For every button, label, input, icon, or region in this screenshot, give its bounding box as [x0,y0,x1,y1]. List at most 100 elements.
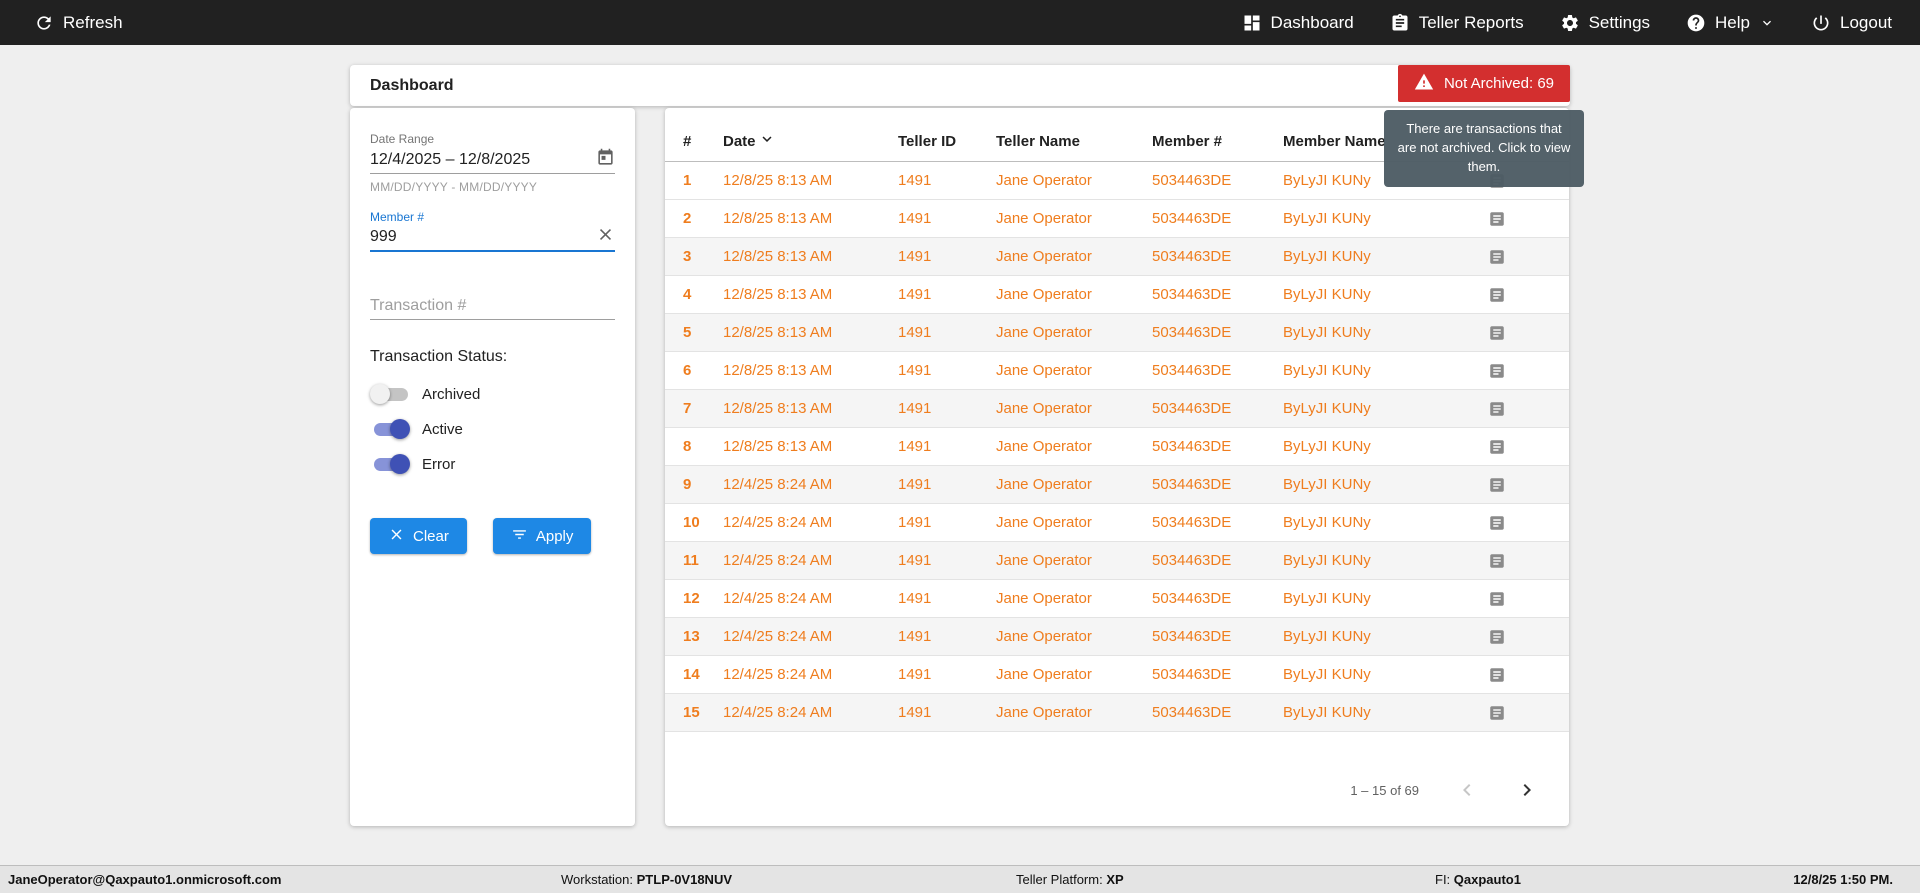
toggle-label: Active [422,421,463,438]
col-member-number: Member # [1152,133,1283,150]
date-range-input[interactable] [370,151,596,169]
row-member-number: 5034463DE [1152,552,1283,569]
note-icon[interactable] [1488,704,1551,722]
row-date: 12/4/25 8:24 AM [723,628,898,645]
date-sort-button[interactable]: Date [723,130,898,152]
page-title: Dashboard [370,77,454,95]
not-archived-tooltip: There are transactions that are not arch… [1384,110,1584,187]
nav-help-label: Help [1715,13,1750,33]
table-row[interactable]: 5 12/8/25 8:13 AM 1491 Jane Operator 503… [665,314,1569,352]
clear-button[interactable]: Clear [370,518,467,554]
apply-button[interactable]: Apply [493,518,592,554]
note-icon[interactable] [1488,590,1551,608]
note-icon[interactable] [1488,514,1551,532]
row-teller-name: Jane Operator [996,438,1152,455]
nav-teller-reports[interactable]: Teller Reports [1390,13,1524,33]
row-number: 12 [683,590,723,607]
nav-logout[interactable]: Logout [1811,13,1892,33]
nav-teller-reports-label: Teller Reports [1419,13,1524,33]
nav-help[interactable]: Help [1686,13,1775,33]
row-date: 12/4/25 8:24 AM [723,514,898,531]
filter-icon [511,526,528,547]
table-row[interactable]: 2 12/8/25 8:13 AM 1491 Jane Operator 503… [665,200,1569,238]
not-archived-badge[interactable]: Not Archived: 69 [1398,65,1570,102]
table-row[interactable]: 10 12/4/25 8:24 AM 1491 Jane Operator 50… [665,504,1569,542]
table-row[interactable]: 7 12/8/25 8:13 AM 1491 Jane Operator 503… [665,390,1569,428]
status-toggle[interactable]: Error [370,452,615,476]
refresh-button[interactable]: Refresh [34,13,123,33]
transaction-input[interactable] [370,297,615,315]
row-date: 12/8/25 8:13 AM [723,210,898,227]
table-row[interactable]: 13 12/4/25 8:24 AM 1491 Jane Operator 50… [665,618,1569,656]
clear-member-icon[interactable] [596,225,615,249]
clear-x-icon [388,526,405,547]
row-member-number: 5034463DE [1152,248,1283,265]
filter-actions: Clear Apply [370,518,615,554]
status-toggle[interactable]: Archived [370,382,615,406]
member-label: Member # [370,210,615,224]
nav-settings-label: Settings [1589,13,1650,33]
row-teller-id: 1491 [898,362,996,379]
note-icon[interactable] [1488,210,1551,228]
row-member-name: ByLyJI KUNy [1283,666,1488,683]
status-toggle[interactable]: Active [370,417,615,441]
row-member-number: 5034463DE [1152,438,1283,455]
note-icon[interactable] [1488,286,1551,304]
row-teller-name: Jane Operator [996,362,1152,379]
row-teller-name: Jane Operator [996,172,1152,189]
table-row[interactable]: 11 12/4/25 8:24 AM 1491 Jane Operator 50… [665,542,1569,580]
row-teller-id: 1491 [898,552,996,569]
transaction-number-field [370,292,615,320]
toggle-switch-icon [370,417,412,441]
note-icon[interactable] [1488,438,1551,456]
row-member-name: ByLyJI KUNy [1283,438,1488,455]
table-row[interactable]: 15 12/4/25 8:24 AM 1491 Jane Operator 50… [665,694,1569,732]
calendar-icon[interactable] [596,148,615,172]
row-date: 12/4/25 8:24 AM [723,590,898,607]
row-date: 12/8/25 8:13 AM [723,286,898,303]
row-member-number: 5034463DE [1152,704,1283,721]
table-row[interactable]: 4 12/8/25 8:13 AM 1491 Jane Operator 503… [665,276,1569,314]
table-row[interactable]: 3 12/8/25 8:13 AM 1491 Jane Operator 503… [665,238,1569,276]
note-icon[interactable] [1488,324,1551,342]
row-date: 12/8/25 8:13 AM [723,400,898,417]
dashboard-icon [1242,13,1262,33]
row-number: 5 [683,324,723,341]
row-member-name: ByLyJI KUNy [1283,590,1488,607]
member-input[interactable] [370,228,596,246]
nav-logout-label: Logout [1840,13,1892,33]
next-page-button[interactable] [1515,778,1539,802]
table-row[interactable]: 14 12/4/25 8:24 AM 1491 Jane Operator 50… [665,656,1569,694]
note-icon[interactable] [1488,362,1551,380]
row-member-name: ByLyJI KUNy [1283,400,1488,417]
row-member-number: 5034463DE [1152,476,1283,493]
workstation-info: Workstation: PTLP-0V18NUV [561,866,732,893]
row-date: 12/8/25 8:13 AM [723,324,898,341]
row-teller-id: 1491 [898,286,996,303]
previous-page-button[interactable] [1455,778,1479,802]
table-row[interactable]: 6 12/8/25 8:13 AM 1491 Jane Operator 503… [665,352,1569,390]
table-row[interactable]: 8 12/8/25 8:13 AM 1491 Jane Operator 503… [665,428,1569,466]
note-icon[interactable] [1488,248,1551,266]
table-row[interactable]: 9 12/4/25 8:24 AM 1491 Jane Operator 503… [665,466,1569,504]
note-icon[interactable] [1488,476,1551,494]
note-icon[interactable] [1488,666,1551,684]
refresh-label: Refresh [63,13,123,33]
row-member-number: 5034463DE [1152,514,1283,531]
nav-dashboard[interactable]: Dashboard [1242,13,1354,33]
note-icon[interactable] [1488,400,1551,418]
workstation-label: Workstation: [561,872,633,887]
member-number-field: Member # [370,210,615,252]
table-row[interactable]: 12 12/4/25 8:24 AM 1491 Jane Operator 50… [665,580,1569,618]
row-number: 14 [683,666,723,683]
col-teller-name: Teller Name [996,133,1152,150]
teller-platform-info: Teller Platform: XP [1016,866,1124,893]
transactions-table-card: # Date Teller ID Teller Name Member # Me… [665,108,1569,826]
row-teller-id: 1491 [898,628,996,645]
note-icon[interactable] [1488,628,1551,646]
note-icon[interactable] [1488,552,1551,570]
top-nav: Dashboard Teller Reports Settings Help [1242,13,1892,33]
row-date: 12/4/25 8:24 AM [723,704,898,721]
nav-settings[interactable]: Settings [1560,13,1650,33]
table-body: 1 12/8/25 8:13 AM 1491 Jane Operator 503… [665,162,1569,732]
